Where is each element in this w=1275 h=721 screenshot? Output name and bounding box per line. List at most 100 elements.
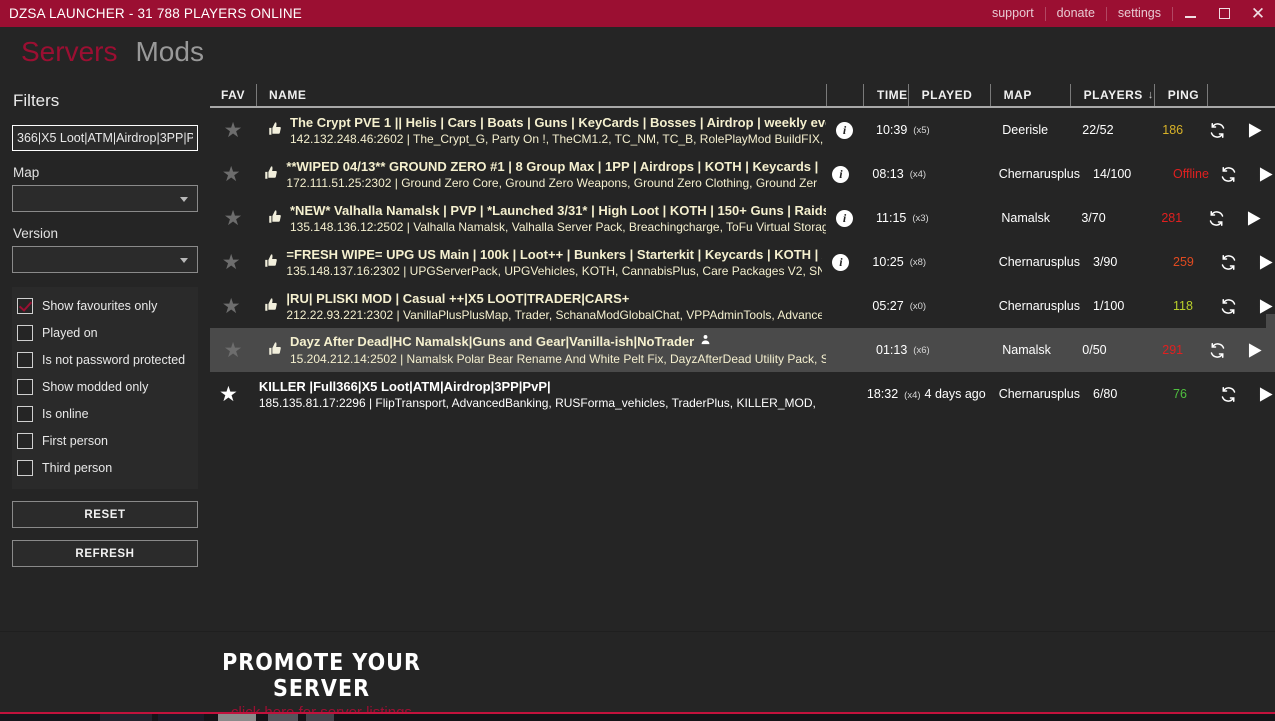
server-name-cell[interactable]: |RU| PLISKI MOD | Casual ++|X5 LOOT|TRAD… [252, 290, 822, 323]
server-name-block: **WIPED 04/13** GROUND ZERO #1 | 8 Group… [286, 158, 822, 191]
maximize-button[interactable] [1207, 0, 1241, 27]
checkbox-checked-icon[interactable] [17, 297, 33, 314]
table-row[interactable]: ★ **WIPED 04/13** GROUND ZERO #1 | 8 Grou… [210, 152, 1275, 196]
table-row[interactable]: ★ KILLER |Full366|X5 Loot|ATM|Airdrop|3PP… [210, 372, 1275, 416]
refresh-icon[interactable] [1208, 210, 1225, 227]
tab-mods[interactable]: Mods [126, 36, 212, 68]
filter-checkbox-row[interactable]: Played on [12, 319, 198, 346]
donate-link[interactable]: donate [1046, 0, 1106, 27]
column-header-name[interactable]: NAME [256, 84, 826, 106]
checkbox-icon[interactable] [17, 378, 33, 395]
server-info-button[interactable]: i [826, 209, 863, 227]
filter-checkbox-row[interactable]: First person [12, 427, 198, 454]
server-name-cell[interactable]: *NEW* Valhalla Namalsk | PVP | *Launched… [256, 202, 826, 235]
checkbox-icon[interactable] [17, 432, 33, 449]
refresh-button[interactable]: REFRESH [12, 540, 198, 567]
play-icon[interactable] [1244, 209, 1263, 228]
favourite-toggle[interactable]: ★ [210, 340, 256, 361]
refresh-icon[interactable] [1220, 166, 1237, 183]
star-icon: ★ [221, 294, 241, 318]
support-link[interactable]: support [981, 0, 1045, 27]
server-map: Namalsk [1001, 211, 1050, 225]
server-address-mods: 15.204.212.14:2502 | Namalsk Polar Bear … [290, 352, 826, 366]
favourite-toggle[interactable]: ★ [210, 296, 252, 317]
column-header-actions [1206, 84, 1275, 106]
refresh-icon[interactable] [1220, 254, 1237, 271]
map-filter-select[interactable] [12, 185, 198, 212]
server-info-button[interactable]: i [822, 165, 859, 183]
search-input[interactable] [12, 125, 198, 151]
main-nav: Servers Mods [0, 27, 1275, 76]
play-icon[interactable] [1256, 253, 1275, 272]
column-header-players[interactable]: PLAYERS ↓ [1069, 84, 1154, 106]
filter-checkbox-row[interactable]: Is online [12, 400, 198, 427]
play-icon[interactable] [1256, 165, 1275, 184]
checkbox-icon[interactable] [17, 324, 33, 341]
refresh-icon[interactable] [1220, 386, 1237, 403]
table-row[interactable]: ★ Dayz After Dead|HC Namalsk|Guns and Gea… [210, 328, 1275, 372]
server-players: 22/52 [1082, 123, 1114, 137]
close-button[interactable]: ✕ [1241, 0, 1275, 27]
server-name-block: Dayz After Dead|HC Namalsk|Guns and Gear… [290, 333, 826, 367]
server-name-cell[interactable]: =FRESH WIPE= UPG US Main | 100k | Loot++… [252, 246, 822, 279]
checkbox-icon[interactable] [17, 405, 33, 422]
checkbox-icon[interactable] [17, 459, 33, 476]
server-ping: 291 [1162, 343, 1184, 357]
play-icon[interactable] [1245, 341, 1264, 360]
server-address-mods: 135.148.137.16:2302 | UPGServerPack, UPG… [286, 263, 823, 278]
table-row[interactable]: ★ |RU| PLISKI MOD | Casual ++|X5 LOOT|TRA… [210, 284, 1275, 328]
window-titlebar: DZSA LAUNCHER - 31 788 PLAYERS ONLINE su… [0, 0, 1275, 27]
settings-link[interactable]: settings [1107, 0, 1172, 27]
version-filter-select[interactable] [12, 246, 198, 273]
server-map: Deerisle [1002, 123, 1049, 137]
filter-checkbox-row[interactable]: Is not password protected [12, 346, 198, 373]
favourite-toggle[interactable]: ★ [210, 252, 252, 273]
minimize-button[interactable] [1173, 0, 1207, 27]
server-name-cell[interactable]: The Crypt PVE 1 || Helis | Cars | Boats … [256, 114, 826, 147]
checkbox-icon[interactable] [17, 351, 33, 368]
play-icon[interactable] [1245, 121, 1264, 140]
server-address-mods: 172.111.51.25:2302 | Ground Zero Core, G… [286, 175, 818, 190]
table-row[interactable]: ★ *NEW* Valhalla Namalsk | PVP | *Launche… [210, 196, 1275, 240]
taskbar-chip [218, 714, 256, 721]
favourite-toggle[interactable]: ★ [210, 120, 256, 141]
filters-sidebar: Filters Map Version Show favourites only… [0, 76, 210, 631]
filters-heading: Filters [13, 91, 60, 110]
favourite-toggle[interactable]: ★ [210, 208, 256, 229]
vertical-scrollbar-thumb[interactable] [1266, 314, 1275, 358]
filter-checkbox-row[interactable]: Third person [12, 454, 198, 481]
column-header-fav[interactable]: FAV [210, 84, 256, 106]
server-name-cell[interactable]: Dayz After Dead|HC Namalsk|Guns and Gear… [256, 333, 826, 367]
person-icon [700, 335, 711, 349]
refresh-icon[interactable] [1220, 298, 1237, 315]
table-row[interactable]: ★ =FRESH WIPE= UPG US Main | 100k | Loot+… [210, 240, 1275, 284]
server-time: 05:27 [872, 299, 904, 313]
server-name-cell[interactable]: KILLER |Full366|X5 Loot|ATM|Airdrop|3PP|… [247, 378, 817, 411]
server-name-cell[interactable]: **WIPED 04/13** GROUND ZERO #1 | 8 Group… [252, 158, 822, 191]
play-icon[interactable] [1256, 385, 1275, 404]
promo-banner[interactable]: Promote Your Server click here for serve… [0, 631, 1275, 721]
favourite-toggle[interactable]: ★ [210, 164, 252, 185]
reset-button[interactable]: RESET [12, 501, 198, 528]
filter-checkbox-row[interactable]: Show favourites only [12, 292, 198, 319]
taskbar-chip [268, 714, 298, 721]
column-header-time[interactable]: TIME [863, 84, 908, 106]
server-table-header: FAV NAME TIME PLAYED MAP PLAYERS ↓ PING [210, 76, 1275, 108]
time-multiplier: (x8) [909, 256, 927, 268]
info-icon: i [836, 121, 853, 139]
column-header-played[interactable]: PLAYED [907, 84, 990, 106]
play-icon[interactable] [1256, 297, 1275, 316]
favourite-toggle[interactable]: ★ [210, 384, 247, 405]
table-row[interactable]: ★ The Crypt PVE 1 || Helis | Cars | Boats… [210, 108, 1275, 152]
server-played: (x5) [907, 125, 989, 136]
server-info-button[interactable]: i [822, 253, 859, 271]
tab-servers[interactable]: Servers [12, 36, 126, 68]
filter-checkbox-row[interactable]: Show modded only [12, 373, 198, 400]
filter-checkbox-label: Is online [42, 406, 89, 421]
server-info-button[interactable]: i [826, 121, 863, 139]
refresh-icon[interactable] [1209, 122, 1226, 139]
desktop-taskbar-peek [0, 714, 1275, 721]
column-header-map[interactable]: MAP [989, 84, 1070, 106]
refresh-icon[interactable] [1209, 342, 1226, 359]
column-header-ping[interactable]: PING [1153, 84, 1207, 106]
